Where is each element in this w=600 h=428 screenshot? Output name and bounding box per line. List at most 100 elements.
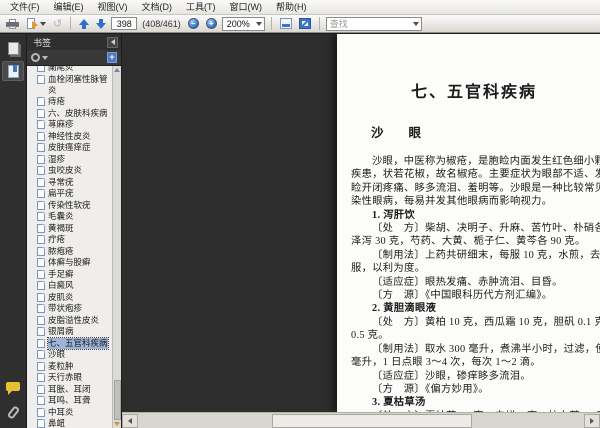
bookmark-item[interactable]: 血栓闭塞性脉管炎 (27, 74, 112, 96)
bookmark-item[interactable]: 扁平疣 (27, 188, 112, 199)
bookmark-page-icon (37, 281, 45, 290)
text-line: 〔方 源〕《中国眼科历代方剂汇编》。 (372, 290, 553, 302)
bookmark-item[interactable]: 银屑病 (27, 326, 112, 337)
pages-panel-button[interactable] (2, 38, 24, 58)
scroll-up-icon[interactable] (114, 68, 120, 72)
bookmark-item[interactable]: 神经性皮炎 (27, 131, 112, 142)
bookmark-label: 皮脂溢性皮炎 (48, 314, 100, 325)
comments-panel-button[interactable] (2, 376, 24, 396)
zoom-in-button[interactable]: + (204, 16, 219, 31)
previous-page-icon (79, 18, 90, 29)
bookmark-item[interactable]: 麦粒肿 (27, 361, 112, 372)
bookmark-item[interactable]: 疔疮 (27, 234, 112, 245)
collapse-panel-button[interactable] (107, 36, 118, 48)
scroll-left-button[interactable] (122, 413, 138, 428)
menu-item[interactable]: 文件(F) (3, 0, 47, 14)
scroll-down-icon[interactable] (114, 422, 120, 426)
bookmark-item[interactable]: 寻常疣 (27, 177, 112, 188)
undo-button[interactable]: ↺ (51, 16, 64, 31)
new-bookmark-icon[interactable]: + (107, 52, 117, 63)
page-number-input[interactable] (111, 17, 138, 30)
horizontal-scroll-thumb[interactable] (271, 413, 473, 428)
document-pane: 七、五官科疾病 沙 眼 沙眼，中医称为椒疮，是胞睑内面发生红色细小颗粒的疾患，状… (122, 34, 600, 428)
bookmark-item[interactable]: 六、皮肤科疾病 (27, 108, 112, 119)
bookmarks-panel-button[interactable] (2, 61, 24, 81)
fit-page-button[interactable] (297, 16, 313, 31)
bookmarks-scrollbar[interactable] (112, 66, 121, 428)
bookmark-item[interactable]: 七、五官科疾病 (27, 336, 112, 350)
bookmarks-scroll-thumb[interactable] (113, 380, 121, 420)
bookmark-label: 麦粒肿 (48, 360, 74, 371)
fit-width-button[interactable] (278, 16, 294, 31)
zoom-out-button[interactable]: − (186, 16, 201, 31)
text-line: 〔方 源〕《偏方妙用》。 (372, 383, 489, 395)
bookmark-item[interactable]: 耳鸣、耳聋 (27, 395, 112, 406)
menu-item[interactable]: 文档(D) (135, 0, 180, 14)
print-icon (6, 18, 19, 29)
bookmark-item[interactable]: 带状疱疹 (27, 303, 112, 314)
print-button[interactable] (4, 16, 21, 31)
bookmark-item[interactable]: 痔疮 (27, 96, 112, 107)
bookmark-item[interactable]: 湿疹 (27, 154, 112, 165)
bookmark-options-caret-icon[interactable] (42, 55, 48, 60)
export-icon (26, 17, 38, 30)
bookmark-label: 脓疱疮 (48, 245, 74, 256)
attachments-panel-button[interactable] (2, 402, 24, 422)
bookmark-label: 白癜风 (48, 280, 74, 290)
bookmark-label: 虫咬皮炎 (48, 165, 83, 175)
document-page: 七、五官科疾病 沙 眼 沙眼，中医称为椒疮，是胞睑内面发生红色细小颗粒的疾患，状… (337, 34, 600, 412)
scroll-right-button[interactable] (584, 413, 600, 428)
bookmark-item[interactable]: 体癣与股癣 (27, 257, 112, 268)
bookmark-item[interactable]: 天行赤眼 (27, 372, 112, 383)
bookmark-item[interactable]: 中耳炎 (27, 407, 112, 418)
bookmark-item[interactable]: 毛囊炎 (27, 211, 112, 222)
bookmark-item[interactable]: 皮肤瘙痒症 (27, 142, 112, 153)
bookmark-item[interactable]: 皮肌炎 (27, 292, 112, 303)
paperclip-icon (6, 404, 20, 420)
bookmark-item[interactable]: 传染性软疣 (27, 200, 112, 211)
pages-panel-icon (7, 41, 19, 55)
bookmark-label: 寻常疣 (48, 176, 74, 187)
horizontal-scrollbar[interactable] (122, 412, 600, 428)
bookmark-item[interactable]: 白癜风 (27, 280, 112, 291)
bookmark-item[interactable]: 脓疱疮 (27, 246, 112, 257)
bookmark-page-icon (37, 223, 45, 233)
search-input[interactable] (326, 18, 411, 29)
bookmark-label: 带状疱疹 (48, 303, 83, 313)
menu-item[interactable]: 视图(V) (91, 0, 135, 14)
menu-item[interactable]: 编辑(E) (47, 0, 91, 14)
bookmark-item[interactable]: 皮脂溢性皮炎 (27, 315, 112, 326)
zoom-level-select[interactable]: 200% (221, 16, 265, 31)
fit-page-icon (298, 18, 311, 29)
bookmark-item[interactable]: 手足癣 (27, 269, 112, 280)
bookmark-page-icon (37, 143, 45, 152)
bookmark-label: 中耳炎 (48, 406, 74, 417)
bookmark-item[interactable]: 黄褐斑 (27, 223, 112, 234)
bookmark-item[interactable]: 沙眼 (27, 349, 112, 360)
text-line: 1. 泻肝饮 (372, 209, 415, 221)
text-line: 3. 夏枯草汤 (372, 397, 426, 409)
bookmark-options-gear-icon[interactable] (31, 53, 40, 62)
bookmark-page-icon (37, 396, 45, 405)
menu-item[interactable]: 窗口(W) (223, 0, 270, 14)
bookmark-item[interactable]: 虫咬皮炎 (27, 165, 112, 176)
bookmark-page-icon (37, 419, 45, 428)
text-line: 2. 黄胆滴眼液 (372, 303, 437, 315)
text-line: 疾患，状若花椒，故名椒疮。主要症状为眼部不适、发痒、胞 (351, 169, 600, 181)
bookmark-page-icon (37, 407, 45, 417)
menu-item[interactable]: 工具(T) (179, 0, 223, 14)
bookmark-item[interactable]: 鼻衄 (27, 418, 112, 428)
previous-page-button[interactable] (77, 16, 91, 31)
bookmark-page-icon (37, 315, 45, 325)
bookmark-item[interactable]: 耳胀、耳闭 (27, 384, 112, 395)
bookmark-item[interactable]: 阑尾炎 (27, 66, 112, 73)
text-line: 服，以利为度。 (351, 263, 426, 275)
export-button[interactable] (24, 16, 48, 31)
horizontal-scroll-track[interactable] (138, 413, 584, 428)
bookmark-page-icon (37, 97, 45, 106)
bookmark-item[interactable]: 荨麻疹 (27, 119, 112, 130)
next-page-button[interactable] (94, 16, 108, 31)
menu-item[interactable]: 帮助(H) (269, 0, 314, 14)
bookmark-label: 皮肤瘙痒症 (48, 142, 91, 152)
scroll-right-icon (590, 417, 594, 424)
